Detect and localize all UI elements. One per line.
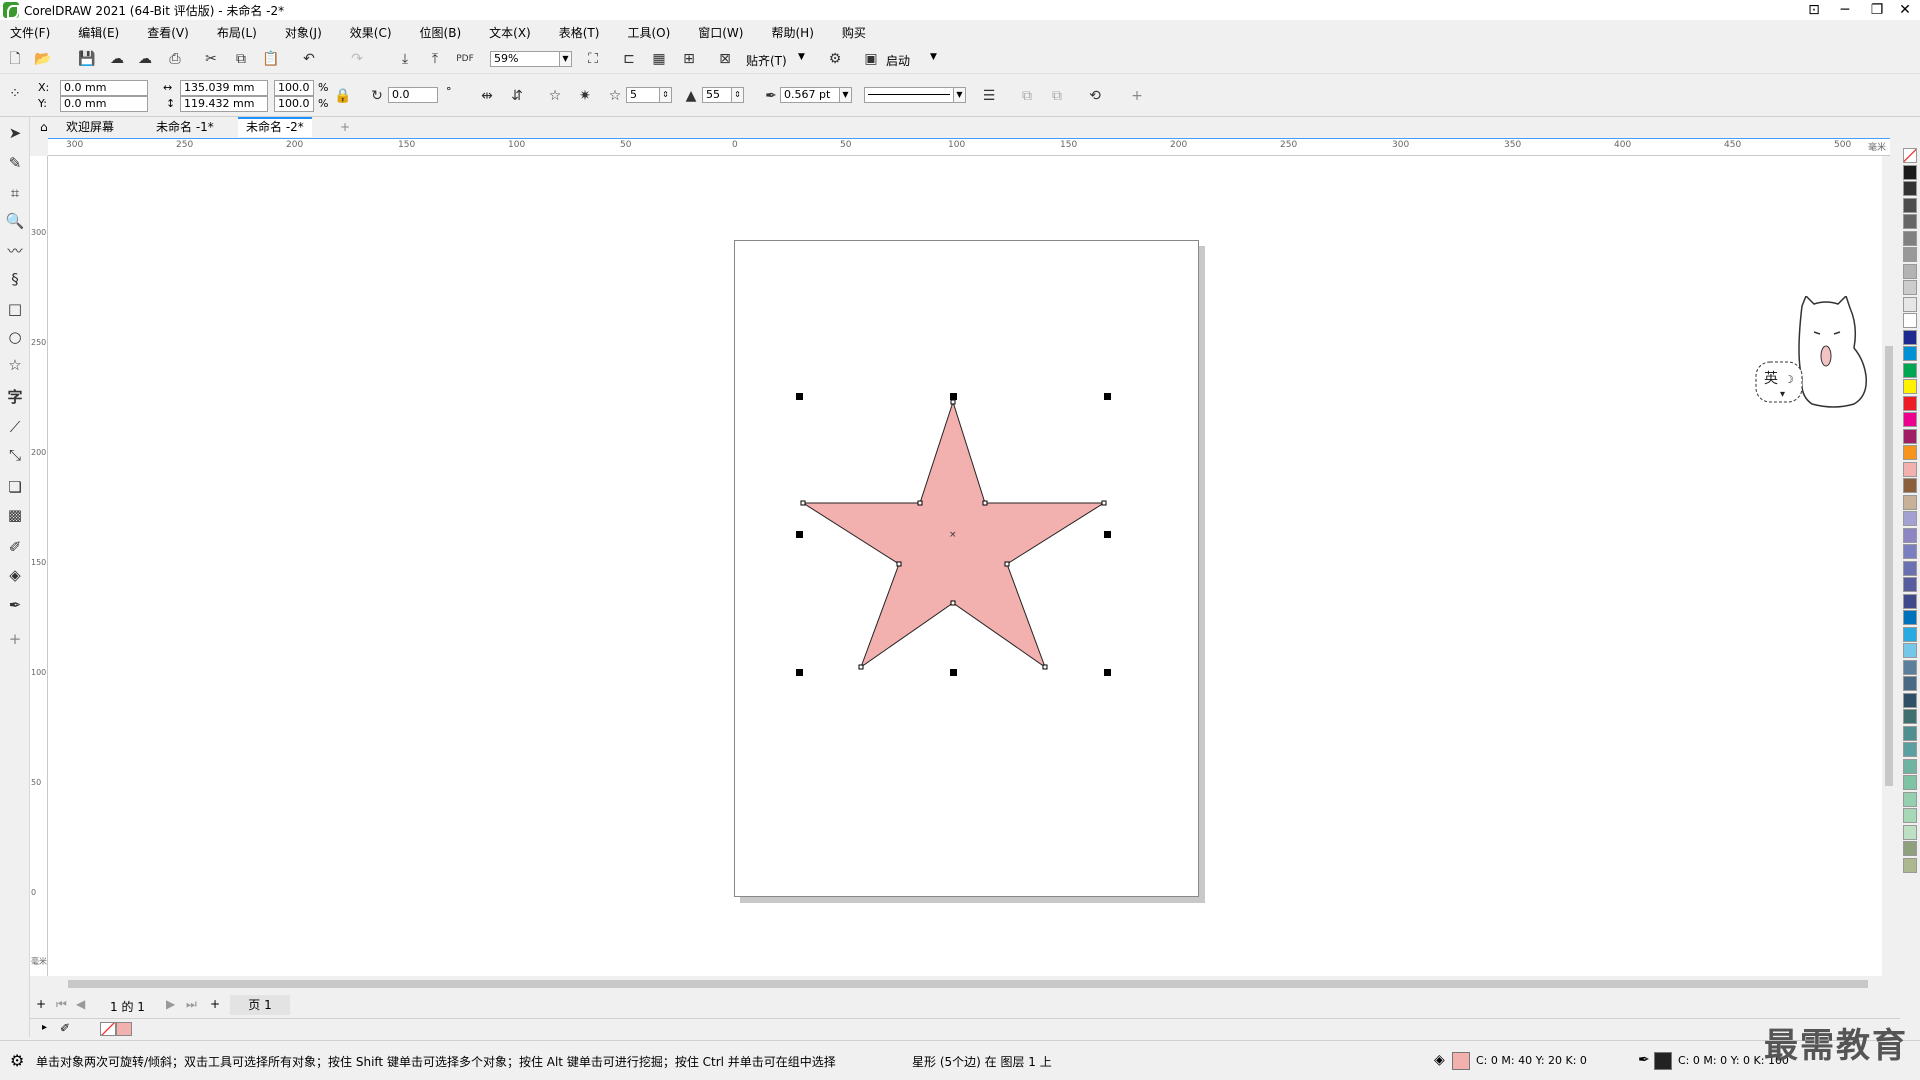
- palette-swatch[interactable]: [1903, 461, 1917, 477]
- palette-swatch[interactable]: [1903, 197, 1917, 213]
- palette-swatch[interactable]: [1903, 725, 1917, 741]
- palette-swatch[interactable]: [1903, 478, 1917, 493]
- star-node[interactable]: [950, 399, 956, 405]
- palette-swatch[interactable]: [1903, 346, 1917, 361]
- no-color-swatch[interactable]: [100, 1022, 116, 1036]
- palette-swatch[interactable]: [1903, 659, 1917, 675]
- status-hint-text: 单击对象两次可旋转/倾斜；双击工具可选择所有对象；按住 Shift 键单击可选择…: [36, 1055, 836, 1069]
- document-color-swatch[interactable]: [116, 1022, 132, 1036]
- ime-language-badge: 英: [1764, 370, 1778, 387]
- center-marker[interactable]: ×: [949, 530, 957, 540]
- watermark-logo: 最需教育: [1764, 1026, 1908, 1066]
- palette-swatch[interactable]: [1903, 181, 1917, 196]
- palette-swatch[interactable]: [1903, 560, 1917, 576]
- palette-swatch[interactable]: [1903, 494, 1917, 510]
- horizontal-scroll-thumb[interactable]: [68, 980, 1868, 988]
- palette-swatch[interactable]: [1903, 775, 1917, 790]
- add-page-after-icon[interactable]: +: [210, 997, 220, 1011]
- prev-page-icon[interactable]: ◀: [76, 997, 85, 1011]
- palette-swatch[interactable]: [1903, 692, 1917, 708]
- palette-swatch[interactable]: [1903, 577, 1917, 592]
- handle-right[interactable]: [1104, 531, 1111, 538]
- palette-swatch[interactable]: [1903, 643, 1917, 658]
- star-node[interactable]: [1101, 500, 1107, 506]
- status-bar: ⚙ 单击对象两次可旋转/倾斜；双击工具可选择所有对象；按住 Shift 键单击可…: [0, 1040, 1920, 1080]
- palette-swatch[interactable]: [1903, 412, 1917, 427]
- palette-swatch[interactable]: [1903, 544, 1917, 559]
- palette-swatch[interactable]: [1903, 148, 1917, 163]
- palette-swatch[interactable]: [1903, 280, 1917, 295]
- handle-top-right[interactable]: [1104, 393, 1111, 400]
- palette-swatch[interactable]: [1903, 164, 1917, 180]
- page-tab-1[interactable]: 页 1: [230, 995, 290, 1015]
- last-page-icon[interactable]: ⏭: [186, 997, 197, 1012]
- palette-swatch[interactable]: [1903, 857, 1917, 873]
- palette-swatch[interactable]: [1903, 593, 1917, 609]
- handle-left[interactable]: [796, 531, 803, 538]
- shirt-icon: ▾: [1780, 389, 1785, 400]
- status-settings-gear-icon[interactable]: ⚙: [10, 1051, 24, 1070]
- fill-bucket-icon: ◈: [1434, 1052, 1445, 1068]
- star-node[interactable]: [917, 500, 923, 506]
- horizontal-scrollbar[interactable]: [48, 977, 1890, 991]
- palette-swatch[interactable]: [1903, 247, 1917, 262]
- palette-swatch[interactable]: [1903, 824, 1917, 840]
- palette-swatch[interactable]: [1903, 742, 1917, 757]
- palette-swatch[interactable]: [1903, 791, 1917, 807]
- handle-top[interactable]: [950, 393, 957, 400]
- palette-swatch[interactable]: [1903, 758, 1917, 774]
- star-node[interactable]: [950, 600, 956, 606]
- palette-swatch[interactable]: [1903, 395, 1917, 411]
- add-page-before-icon[interactable]: +: [36, 997, 46, 1011]
- next-page-icon[interactable]: ▶: [166, 997, 175, 1011]
- handle-bottom-right[interactable]: [1104, 669, 1111, 676]
- palette-swatch[interactable]: [1903, 263, 1917, 279]
- palette-swatch[interactable]: [1903, 808, 1917, 823]
- fill-color-indicator[interactable]: [1452, 1052, 1470, 1070]
- palette-swatch[interactable]: [1903, 296, 1917, 312]
- palette-swatch[interactable]: [1903, 445, 1917, 460]
- page-navigator: + ⏮ ◀ 1 的 1 ▶ ⏭ + 页 1: [30, 995, 1900, 1015]
- color-palette: [1900, 138, 1920, 1018]
- ime-mascot[interactable]: 英 ☽ ▾: [1754, 296, 1884, 411]
- palette-swatch[interactable]: [1903, 329, 1917, 345]
- outline-color-indicator[interactable]: [1654, 1052, 1672, 1070]
- palette-swatch[interactable]: [1903, 709, 1917, 724]
- palette-swatch[interactable]: [1903, 676, 1917, 691]
- star-node[interactable]: [1004, 561, 1010, 567]
- page-counter: 1 的 1: [110, 1000, 145, 1014]
- palette-swatch[interactable]: [1903, 313, 1917, 328]
- palette-swatch[interactable]: [1903, 511, 1917, 526]
- object-info-text: 星形 (5个边) 在 图层 1 上: [912, 1055, 1052, 1069]
- palette-swatch[interactable]: [1903, 214, 1917, 229]
- document-palette: ▸ ✐: [30, 1018, 1900, 1040]
- palette-swatch[interactable]: [1903, 379, 1917, 394]
- outline-pen-status-icon: ✒: [1638, 1052, 1650, 1068]
- vertical-scroll-thumb[interactable]: [1885, 346, 1893, 786]
- palette-swatch[interactable]: [1903, 428, 1917, 444]
- fill-cmyk-text: C: 0 M: 40 Y: 20 K: 0: [1476, 1054, 1587, 1067]
- moon-icon: ☽: [1784, 373, 1794, 386]
- star-node[interactable]: [858, 664, 864, 670]
- vertical-scrollbar[interactable]: [1882, 156, 1896, 976]
- handle-bottom[interactable]: [950, 669, 957, 676]
- palette-swatch[interactable]: [1903, 230, 1917, 246]
- palette-swatch[interactable]: [1903, 527, 1917, 543]
- palette-expand-icon[interactable]: ▸: [42, 1022, 47, 1033]
- star-drawing-layer: ×: [796, 393, 1111, 676]
- palette-swatch[interactable]: [1903, 841, 1917, 856]
- first-page-icon[interactable]: ⏮: [56, 997, 67, 1012]
- palette-swatch[interactable]: [1903, 362, 1917, 378]
- star-node[interactable]: [1042, 664, 1048, 670]
- star-node[interactable]: [800, 500, 806, 506]
- star-node[interactable]: [982, 500, 988, 506]
- handle-bottom-left[interactable]: [796, 669, 803, 676]
- palette-swatch[interactable]: [1903, 626, 1917, 642]
- palette-swatch[interactable]: [1903, 610, 1917, 625]
- handle-top-left[interactable]: [796, 393, 803, 400]
- eyedropper-icon[interactable]: ✐: [60, 1021, 70, 1035]
- star-node[interactable]: [896, 561, 902, 567]
